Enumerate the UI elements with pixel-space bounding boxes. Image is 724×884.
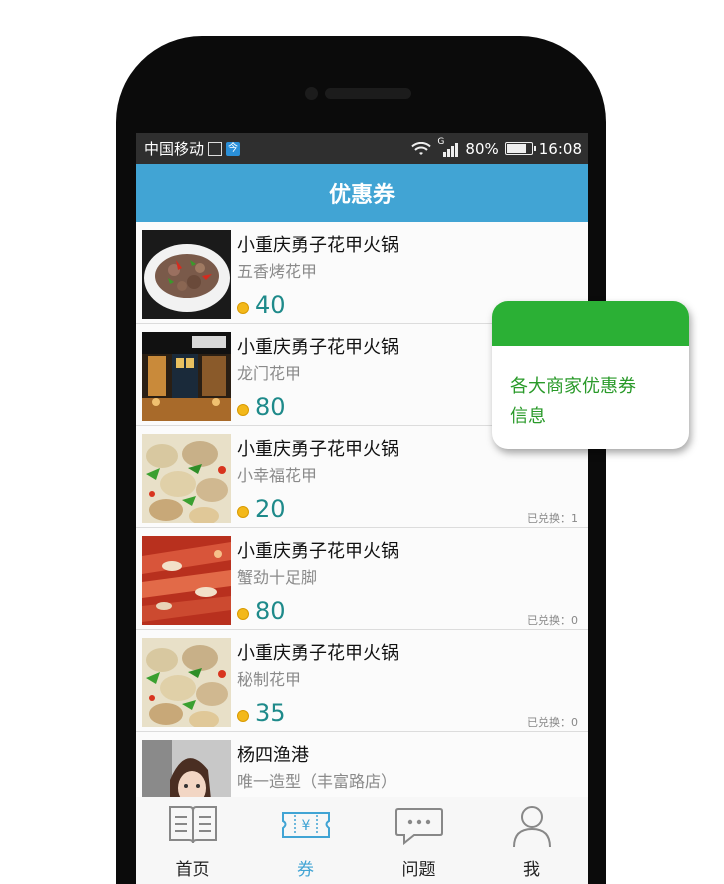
callout-line: 各大商家优惠券 xyxy=(510,376,636,397)
coin-icon xyxy=(237,608,249,620)
coin-icon xyxy=(237,710,249,722)
price-value: 20 xyxy=(255,495,286,523)
coupon-price: 20 xyxy=(237,495,286,523)
redeemed-count: 已兑换：0 xyxy=(527,614,578,627)
coupon-price: 80 xyxy=(237,597,286,625)
battery-icon xyxy=(504,142,536,155)
coin-icon xyxy=(237,302,249,314)
dish-name: 秘制花甲 xyxy=(237,670,302,689)
food-photo xyxy=(142,230,231,319)
phone-screen: 中国移动 今 G 80% 16:08 优惠券 小重庆勇子花甲火锅 五香烤花甲 4… xyxy=(136,133,588,884)
dish-name: 五香烤花甲 xyxy=(237,262,318,281)
food-photo xyxy=(142,536,231,625)
price-value: 80 xyxy=(255,393,286,421)
dish-name: 龙门花甲 xyxy=(237,364,302,383)
book-icon xyxy=(168,806,217,844)
signal-icon: G xyxy=(437,137,459,157)
status-bar: 中国移动 今 G 80% 16:08 xyxy=(136,133,588,164)
front-camera xyxy=(305,87,318,100)
nav-label: 问题 xyxy=(401,860,436,880)
coin-icon xyxy=(237,506,249,518)
chat-icon xyxy=(394,808,443,846)
earpiece-speaker xyxy=(325,88,411,99)
clock: 16:08 xyxy=(538,139,582,158)
dish-name: 小幸福花甲 xyxy=(237,466,318,485)
coupon-price: 35 xyxy=(237,699,286,727)
shop-name: 小重庆勇子花甲火锅 xyxy=(237,643,399,664)
bottom-nav: 首页 ¥ 券 问题 我 xyxy=(136,797,588,884)
price-value: 40 xyxy=(255,291,286,319)
restaurant-photo xyxy=(142,332,231,421)
coin-icon xyxy=(237,404,249,416)
network-type: G xyxy=(437,136,445,147)
wifi-icon xyxy=(411,141,432,155)
nav-question[interactable]: 问题 xyxy=(362,797,475,884)
price-value: 35 xyxy=(255,699,286,727)
svg-text:¥: ¥ xyxy=(301,818,310,834)
carrier-name: 中国移动 xyxy=(144,140,205,158)
page-title: 优惠券 xyxy=(328,183,395,208)
callout-text: 各大商家优惠券 信息 xyxy=(492,346,689,432)
coupon-icon: ¥ xyxy=(281,812,330,838)
food-photo xyxy=(142,434,231,523)
nav-label: 我 xyxy=(523,860,540,880)
food-photo xyxy=(142,638,231,727)
callout-line: 信息 xyxy=(510,406,546,427)
nav-home[interactable]: 首页 xyxy=(136,797,249,884)
battery-percent: 80% xyxy=(465,139,499,158)
image-notification-icon xyxy=(208,141,223,156)
coupon-price: 40 xyxy=(237,291,286,319)
shop-name: 小重庆勇子花甲火锅 xyxy=(237,337,399,358)
coupon-item[interactable]: 小重庆勇子花甲火锅 秘制花甲 35 已兑换：0 xyxy=(136,630,588,732)
shop-name: 杨四渔港 xyxy=(237,745,309,766)
redeemed-count: 已兑换：0 xyxy=(527,716,578,729)
nav-label: 券 xyxy=(297,860,314,880)
dish-name: 唯一造型（丰富路店） xyxy=(237,772,398,791)
shop-name: 小重庆勇子花甲火锅 xyxy=(237,541,399,562)
nav-coupon[interactable]: ¥ 券 xyxy=(249,797,362,884)
redeemed-count: 已兑换：1 xyxy=(527,512,578,525)
callout-header xyxy=(492,301,689,346)
nav-me[interactable]: 我 xyxy=(475,797,588,884)
nav-label: 首页 xyxy=(175,860,210,880)
dish-name: 蟹劲十足脚 xyxy=(237,568,318,587)
app-notification-icon: 今 xyxy=(226,141,241,156)
coupon-item[interactable]: 小重庆勇子花甲火锅 蟹劲十足脚 80 已兑换：0 xyxy=(136,528,588,630)
coupon-price: 80 xyxy=(237,393,286,421)
title-bar: 优惠券 xyxy=(136,164,588,222)
user-icon xyxy=(512,806,551,847)
price-value: 80 xyxy=(255,597,286,625)
feature-callout: 各大商家优惠券 信息 xyxy=(492,301,689,449)
shop-name: 小重庆勇子花甲火锅 xyxy=(237,439,399,460)
shop-name: 小重庆勇子花甲火锅 xyxy=(237,235,399,256)
